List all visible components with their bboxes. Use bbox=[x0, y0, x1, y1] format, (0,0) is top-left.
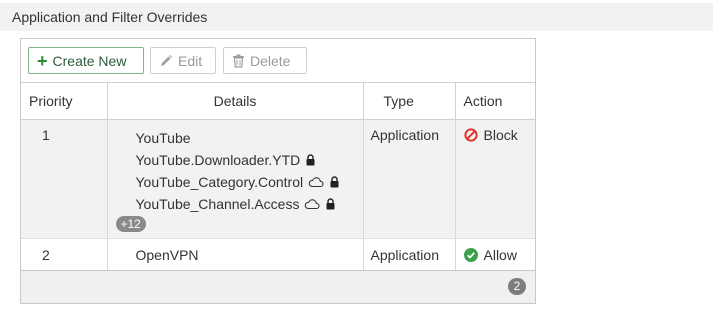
detail-item: YouTube bbox=[136, 127, 363, 149]
action-cell: Block bbox=[455, 119, 535, 239]
table-row[interactable]: 1 YouTube YouTube.Downloader.YTD YouTube… bbox=[21, 119, 535, 239]
row-count-badge: 2 bbox=[508, 278, 526, 295]
delete-label: Delete bbox=[250, 52, 291, 69]
priority-cell: 2 bbox=[21, 238, 108, 271]
section-title: Application and Filter Overrides bbox=[12, 9, 208, 25]
column-header-priority[interactable]: Priority bbox=[21, 82, 108, 120]
detail-text: YouTube_Category.Control bbox=[135, 173, 304, 190]
priority-cell: 1 bbox=[21, 119, 108, 239]
details-cell: OpenVPN bbox=[107, 238, 364, 271]
column-header-type[interactable]: Type bbox=[363, 82, 456, 120]
create-new-label: Create New bbox=[52, 52, 127, 69]
detail-text: YouTube bbox=[135, 129, 191, 146]
more-items-badge[interactable]: +12 bbox=[115, 216, 146, 232]
lock-icon bbox=[325, 198, 336, 210]
overrides-table: Priority Details Type Action 1 YouTube Y… bbox=[21, 82, 535, 271]
details-cell: YouTube YouTube.Downloader.YTD YouTube_C… bbox=[107, 119, 364, 239]
cloud-icon bbox=[308, 176, 324, 188]
column-header-action[interactable]: Action bbox=[455, 82, 535, 120]
more-items-wrap: +12 bbox=[115, 215, 363, 232]
overrides-panel: + Create New Edit Delete Priority Detail… bbox=[20, 38, 536, 304]
allow-check-icon bbox=[463, 248, 478, 262]
type-cell: Application bbox=[363, 119, 456, 239]
plus-icon: + bbox=[37, 50, 48, 71]
lock-icon bbox=[305, 154, 316, 166]
cloud-icon bbox=[304, 198, 320, 210]
delete-button[interactable]: Delete bbox=[223, 47, 307, 74]
table-row[interactable]: 2 OpenVPN Application Allow bbox=[21, 238, 535, 271]
detail-text: OpenVPN bbox=[135, 247, 199, 263]
lock-icon bbox=[329, 176, 340, 188]
detail-item: YouTube_Category.Control bbox=[136, 171, 363, 193]
table-header-row: Priority Details Type Action bbox=[21, 82, 535, 120]
detail-item: YouTube_Channel.Access bbox=[136, 193, 363, 215]
toolbar: + Create New Edit Delete bbox=[21, 39, 535, 82]
action-label: Block bbox=[483, 127, 518, 143]
pencil-icon bbox=[159, 54, 173, 68]
trash-icon bbox=[232, 54, 245, 68]
edit-button[interactable]: Edit bbox=[150, 47, 216, 74]
detail-item: YouTube.Downloader.YTD bbox=[136, 149, 363, 171]
column-header-details[interactable]: Details bbox=[107, 82, 364, 120]
create-new-button[interactable]: + Create New bbox=[28, 47, 144, 74]
block-icon bbox=[463, 128, 478, 142]
action-label: Allow bbox=[483, 247, 517, 263]
section-header: Application and Filter Overrides bbox=[0, 3, 713, 31]
detail-text: YouTube.Downloader.YTD bbox=[135, 151, 301, 168]
type-cell: Application bbox=[363, 238, 456, 271]
detail-text: YouTube_Channel.Access bbox=[135, 195, 300, 212]
action-cell: Allow bbox=[455, 238, 535, 271]
edit-label: Edit bbox=[178, 52, 203, 69]
